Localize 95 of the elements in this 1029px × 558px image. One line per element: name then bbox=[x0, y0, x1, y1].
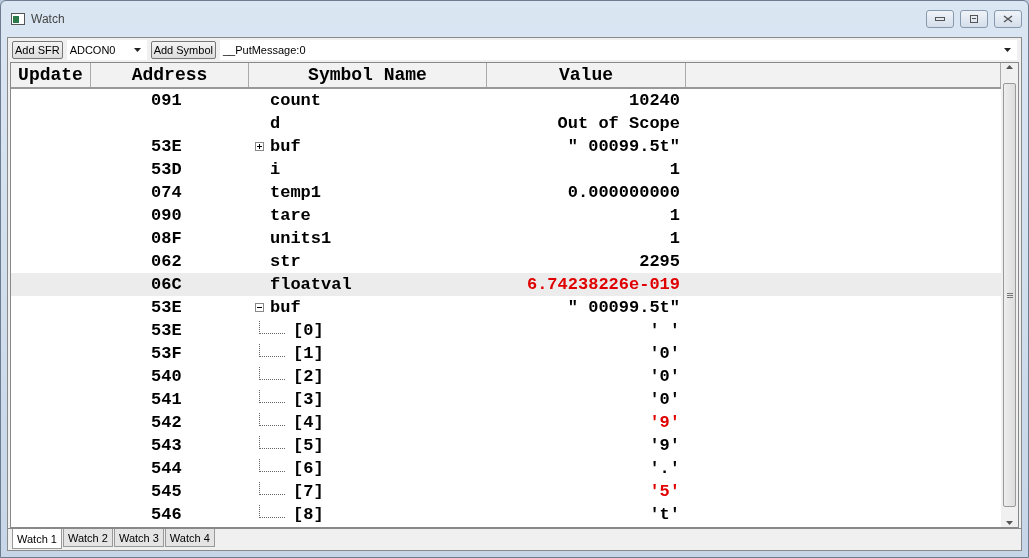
collapse-icon[interactable] bbox=[255, 303, 264, 312]
tree-line bbox=[259, 505, 285, 518]
address-text: 544 bbox=[151, 459, 182, 478]
symbol-name: i bbox=[270, 160, 281, 179]
address-text: 542 bbox=[151, 413, 182, 432]
column-header[interactable]: Address bbox=[91, 63, 249, 87]
value-text: " 00099.5t" bbox=[567, 298, 680, 317]
symbol-name: [8] bbox=[293, 505, 324, 524]
symbol-name: [0] bbox=[293, 321, 324, 340]
value-text: 6.74238226e-019 bbox=[526, 275, 680, 294]
symbol-name: d bbox=[270, 114, 281, 133]
address-text: 543 bbox=[151, 436, 182, 455]
symbol-name: [3] bbox=[293, 390, 324, 409]
watch-tab[interactable]: Watch 4 bbox=[164, 529, 215, 547]
tree-line bbox=[259, 436, 285, 449]
symbol-name: [6] bbox=[293, 459, 324, 478]
restore-button[interactable] bbox=[960, 10, 988, 28]
scroll-down-icon[interactable] bbox=[1006, 521, 1013, 525]
grip-icon bbox=[1006, 292, 1013, 298]
value-text: '.' bbox=[649, 459, 680, 478]
address-text: 546 bbox=[151, 505, 182, 524]
symbol-name: [1] bbox=[293, 344, 324, 363]
value-text: '0' bbox=[649, 390, 680, 409]
value-text: 10240 bbox=[629, 91, 680, 110]
value-text: '5' bbox=[649, 482, 680, 501]
minimize-button[interactable] bbox=[926, 10, 954, 28]
symbol-name: buf bbox=[270, 298, 301, 317]
value-text: " 00099.5t" bbox=[567, 137, 680, 156]
window-icon bbox=[11, 13, 25, 25]
sfr-dropdown[interactable]: ADCON0 bbox=[66, 40, 147, 60]
value-text: 't' bbox=[649, 505, 680, 524]
add-symbol-button[interactable]: Add Symbol bbox=[150, 41, 216, 59]
address-text: 062 bbox=[151, 252, 182, 271]
symbol-dropdown[interactable]: __PutMessage:0 bbox=[219, 40, 1017, 60]
symbol-name: units1 bbox=[270, 229, 332, 248]
scroll-thumb[interactable] bbox=[1003, 83, 1016, 507]
window-title: Watch bbox=[31, 12, 66, 26]
caret-icon bbox=[1004, 48, 1011, 52]
symbol-name: tare bbox=[270, 206, 311, 225]
symbol-name: temp1 bbox=[270, 183, 321, 202]
address-text: 06C bbox=[151, 275, 182, 294]
column-header[interactable]: Symbol Name bbox=[249, 63, 487, 87]
symbol-name: buf bbox=[270, 137, 301, 156]
address-text: 545 bbox=[151, 482, 182, 501]
watch-row[interactable]: 06C floatval 6.74238226e-019 bbox=[11, 273, 1001, 296]
caret-icon bbox=[133, 48, 141, 52]
watch-tab[interactable]: Watch 1 bbox=[12, 529, 62, 549]
address-text: 540 bbox=[151, 367, 182, 386]
address-text: 53E bbox=[151, 137, 182, 156]
symbol-name: [2] bbox=[293, 367, 324, 386]
value-text: 1 bbox=[669, 160, 680, 179]
tree-line bbox=[259, 321, 285, 334]
symbol-name: count bbox=[270, 91, 321, 110]
address-text: 074 bbox=[151, 183, 182, 202]
address-text: 091 bbox=[151, 91, 182, 110]
value-text: 0.000000000 bbox=[567, 183, 680, 202]
symbol-name: str bbox=[270, 252, 301, 271]
value-text: '0' bbox=[649, 344, 680, 363]
address-text: 53F bbox=[151, 344, 182, 363]
value-text: '0' bbox=[649, 367, 680, 386]
scroll-up-icon[interactable] bbox=[1006, 65, 1013, 69]
watch-tab[interactable]: Watch 2 bbox=[62, 529, 113, 547]
tree-line bbox=[259, 390, 285, 403]
address-text: 53E bbox=[151, 298, 182, 317]
value-text: Out of Scope bbox=[557, 114, 680, 133]
symbol-name: [5] bbox=[293, 436, 324, 455]
value-text: 1 bbox=[669, 229, 680, 248]
tree-line bbox=[259, 367, 285, 380]
restore-icon bbox=[970, 15, 978, 23]
address-text: 541 bbox=[151, 390, 182, 409]
symbol-name: [4] bbox=[293, 413, 324, 432]
minimize-icon bbox=[935, 17, 945, 21]
tree-line bbox=[259, 413, 285, 426]
symbol-name: floatval bbox=[270, 275, 352, 294]
value-text: '9' bbox=[649, 436, 680, 455]
tree-line bbox=[259, 459, 285, 472]
value-text: 1 bbox=[669, 206, 680, 225]
expand-icon[interactable] bbox=[255, 142, 264, 151]
vertical-scrollbar[interactable] bbox=[1001, 63, 1018, 527]
watch-tab[interactable]: Watch 3 bbox=[113, 529, 164, 547]
address-text: 090 bbox=[151, 206, 182, 225]
address-text: 08F bbox=[151, 229, 182, 248]
column-header[interactable]: Update bbox=[11, 63, 91, 87]
value-text: 2295 bbox=[639, 252, 680, 271]
close-button[interactable] bbox=[994, 10, 1022, 28]
symbol-name: [7] bbox=[293, 482, 324, 501]
tree-line bbox=[259, 482, 285, 495]
add-sfr-button[interactable]: Add SFR bbox=[12, 41, 63, 59]
close-icon bbox=[1003, 15, 1013, 23]
tree-line bbox=[259, 344, 285, 357]
address-text: 53E bbox=[151, 321, 182, 340]
address-text: 53D bbox=[151, 160, 182, 179]
value-text: '9' bbox=[649, 413, 680, 432]
column-header[interactable]: Value bbox=[487, 63, 686, 87]
value-text: ' ' bbox=[649, 321, 680, 340]
